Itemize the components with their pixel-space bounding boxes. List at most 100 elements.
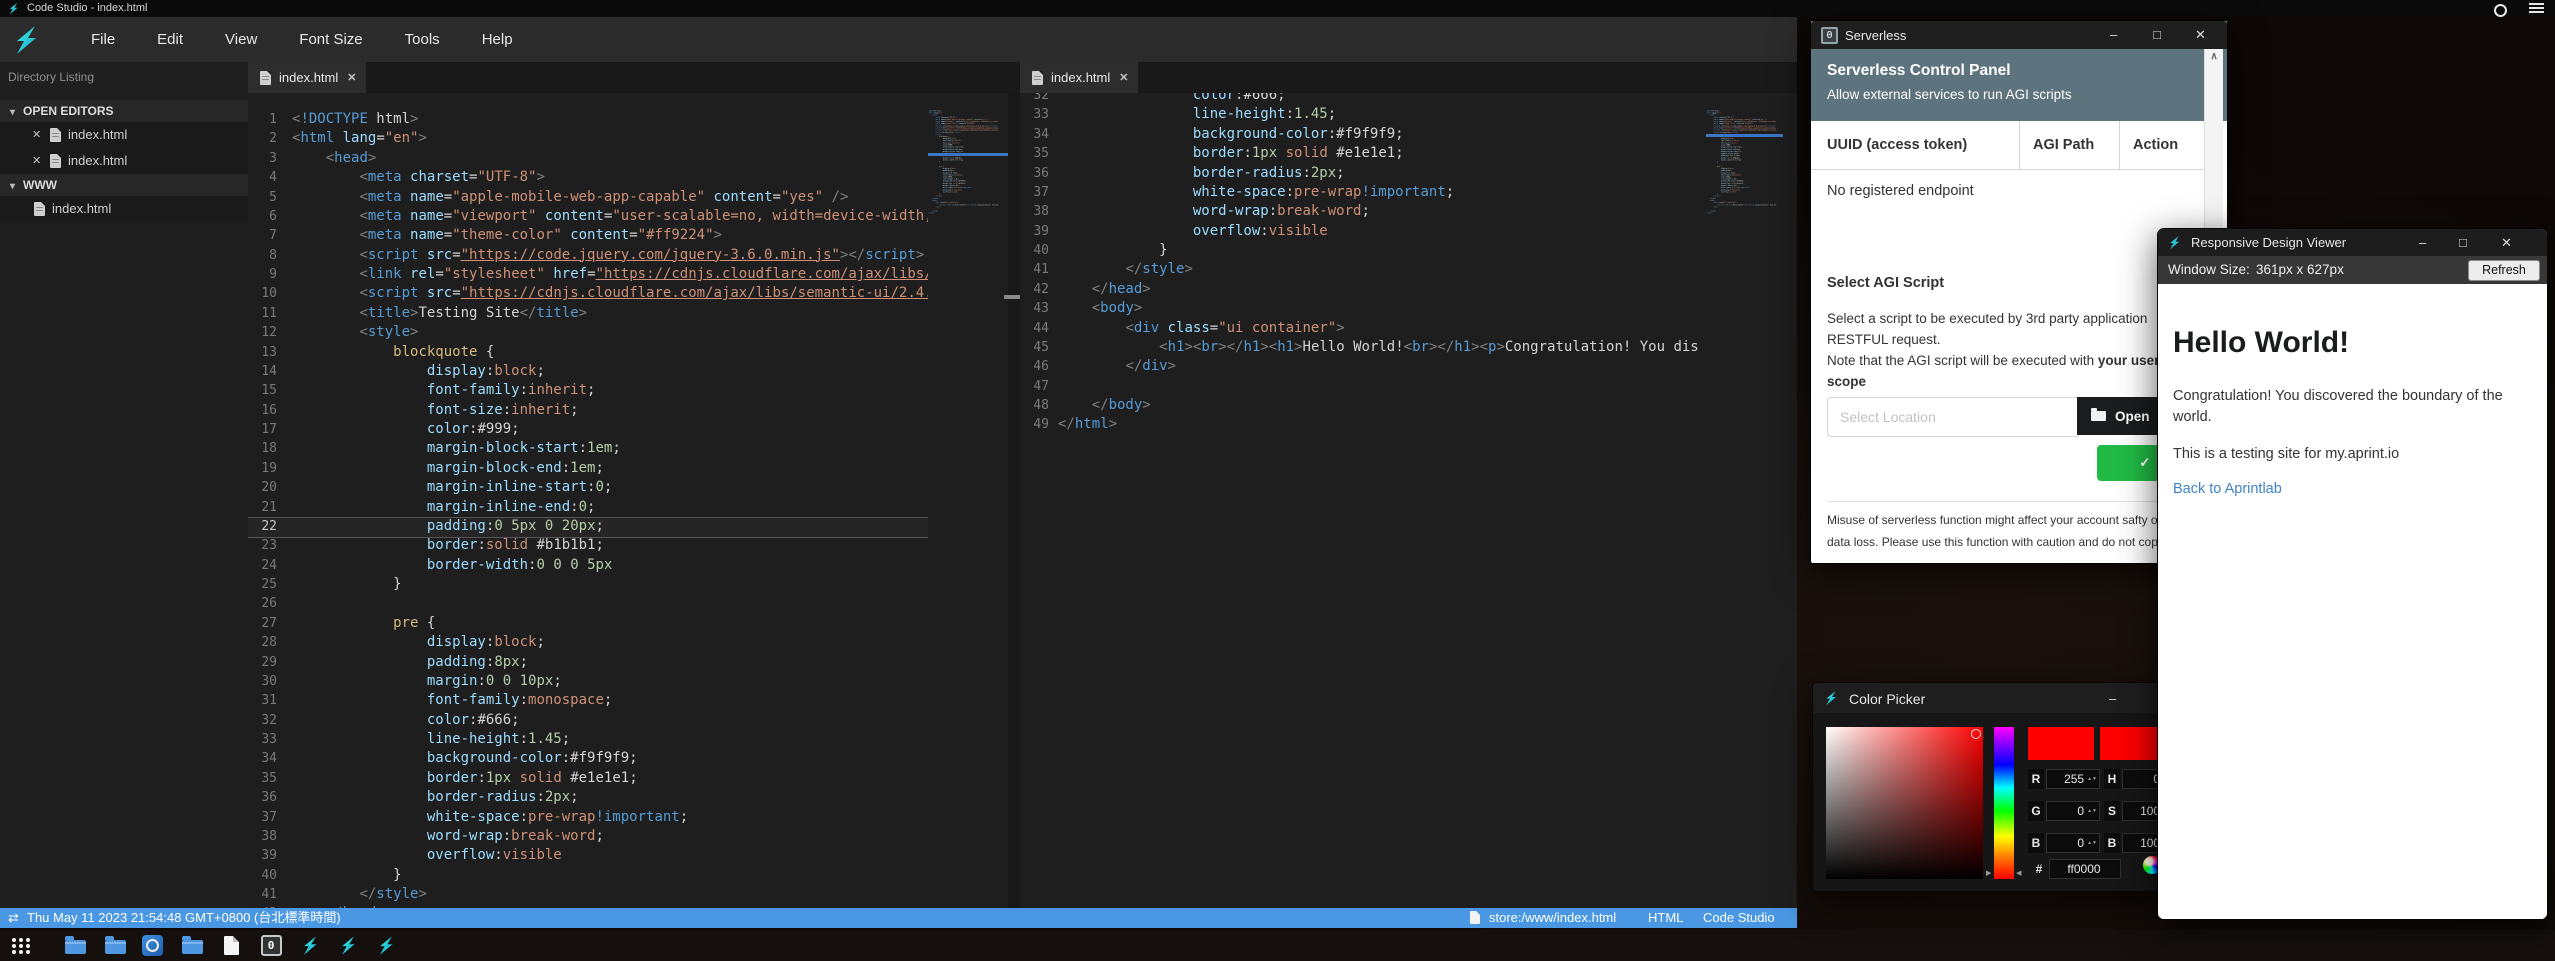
folder-icon <box>105 940 126 954</box>
page-heading: Hello World! <box>2173 326 2349 360</box>
close-button[interactable]: ✕ <box>2501 236 2512 249</box>
menu-help[interactable]: Help <box>461 17 534 62</box>
file-icon <box>50 154 61 168</box>
description-line: Note that the AGI script will be execute… <box>1827 353 2159 368</box>
hex-input[interactable]: ff0000 <box>2049 859 2121 879</box>
saturation-value-field[interactable] <box>1826 727 1983 879</box>
window-title: Responsive Design Viewer <box>2191 235 2346 250</box>
minimap-2[interactable]: <!DOCTYPE html><html lang="en"> <head> <… <box>1706 110 1783 330</box>
file-icon <box>260 71 271 85</box>
file-icon <box>1470 911 1480 924</box>
responsive-viewer-title-bar[interactable]: Responsive Design Viewer – □ ✕ <box>2158 229 2547 256</box>
open-editor-item[interactable]: ✕ index.html <box>0 148 248 174</box>
close-icon[interactable]: ✕ <box>32 148 44 174</box>
back-to-aprintlab-link[interactable]: Back to Aprintlab <box>2173 481 2282 497</box>
blue-stepper[interactable]: 0▲▼ <box>2046 833 2100 853</box>
maximize-button[interactable]: □ <box>2459 236 2467 249</box>
desktop: Code Studio - index.html File Edit View … <box>0 0 2555 961</box>
menu-tools[interactable]: Tools <box>384 17 461 62</box>
stepper-arrows-icon[interactable]: ▲▼ <box>2087 777 2097 782</box>
section-www[interactable]: ▾WWW <box>0 174 248 196</box>
menu-view[interactable]: View <box>204 17 278 62</box>
responsive-viewer-window: Responsive Design Viewer – □ ✕ Window Si… <box>2157 228 2548 920</box>
status-language[interactable]: HTML <box>1648 908 1683 928</box>
description-line: RESTFUL request. <box>1827 332 1941 347</box>
minimize-button[interactable]: – <box>2419 236 2426 249</box>
color-picker-window: Color Picker – □ ▶ ◀ R 255▲▼ H 0▲▼ G 0▲▼… <box>1812 682 2174 892</box>
code-studio-button[interactable] <box>337 935 359 956</box>
hex-label: # <box>2031 859 2047 879</box>
taskbar: 0 <box>0 930 2555 961</box>
close-icon[interactable]: ✕ <box>1119 71 1128 84</box>
code-studio-window: File Edit View Font Size Tools Help Dire… <box>0 17 1797 928</box>
document-button[interactable] <box>220 935 242 956</box>
code-studio-button[interactable] <box>299 935 321 956</box>
minimize-button[interactable]: – <box>2109 692 2116 705</box>
menu-font-size[interactable]: Font Size <box>278 17 383 62</box>
top-title-bar: Code Studio - index.html <box>0 0 2555 17</box>
media-app-icon <box>142 935 163 956</box>
green-stepper[interactable]: 0▲▼ <box>2046 801 2100 821</box>
divider <box>1827 501 2211 502</box>
hamburger-menu-icon[interactable] <box>2529 3 2544 14</box>
scroll-up-icon[interactable]: ∧ <box>2205 49 2223 64</box>
code-pane-1[interactable]: <!DOCTYPE html><html lang="en"> <head> <… <box>292 110 928 908</box>
stepper-arrows-icon[interactable]: ▲▼ <box>2087 809 2097 814</box>
folder-button[interactable] <box>181 935 203 956</box>
tab-index-html[interactable]: index.html ✕ <box>248 62 366 93</box>
folder-button[interactable] <box>104 935 126 956</box>
close-icon[interactable]: ✕ <box>347 71 356 84</box>
file-tree-item[interactable]: index.html <box>0 196 248 222</box>
serverless-app-button[interactable]: 0 <box>260 935 282 956</box>
code-studio-button[interactable] <box>375 935 397 956</box>
file-icon <box>34 202 45 216</box>
code-studio-logo-icon <box>10 24 42 56</box>
viewer-toolbar: Window Size: 361px x 627px Refresh <box>2158 256 2547 284</box>
code-pane-2[interactable]: color:#666; line-height:1.45; background… <box>1058 93 1706 896</box>
sidebar-heading: Directory Listing <box>8 70 94 84</box>
spinner-icon[interactable] <box>2494 4 2507 17</box>
line-number-gutter: 323334353637383940414243444546474849 <box>1020 93 1060 435</box>
color-picker-title-bar[interactable]: Color Picker – □ <box>1813 683 2173 713</box>
code-studio-logo-icon <box>7 2 20 15</box>
folder-icon <box>182 940 203 954</box>
page-paragraph: This is a testing site for my.aprint.io <box>2173 446 2399 462</box>
chevron-down-icon: ▾ <box>10 107 15 118</box>
hue-handle-left-icon[interactable]: ▶ <box>1986 869 1991 877</box>
menu-file[interactable]: File <box>70 17 136 62</box>
stepper-arrows-icon[interactable]: ▲▼ <box>2087 841 2097 846</box>
blue-label: B <box>2028 833 2044 853</box>
hue-handle-right-icon[interactable]: ◀ <box>2016 869 2021 877</box>
maximize-button[interactable]: □ <box>2153 28 2161 41</box>
page-paragraph: Congratulation! You discovered the bound… <box>2173 386 2521 428</box>
column-agi-path: AGI Path <box>2033 121 2094 169</box>
tab-index-html-2[interactable]: index.html ✕ <box>1020 62 1138 93</box>
minimize-button[interactable]: – <box>2110 28 2117 41</box>
red-stepper[interactable]: 255▲▼ <box>2046 769 2100 789</box>
serverless-title-bar[interactable]: 0 Serverless – □ ✕ <box>1811 21 2227 49</box>
window-title: Code Studio - index.html <box>27 2 147 14</box>
window-size-value: 361px x 627px <box>2256 262 2344 277</box>
editor-tab-bar: index.html ✕ index.html ✕ <box>248 62 1797 93</box>
section-open-editors[interactable]: ▾OPEN EDITORS <box>0 100 248 122</box>
media-app-button[interactable] <box>141 935 163 956</box>
menu-edit[interactable]: Edit <box>136 17 204 62</box>
close-icon[interactable]: ✕ <box>32 122 44 148</box>
check-icon: ✓ <box>2139 455 2150 471</box>
folder-button[interactable] <box>64 935 86 956</box>
script-location-input[interactable] <box>1827 397 2079 437</box>
color-marker[interactable] <box>1971 729 1981 739</box>
minimap-highlight <box>1706 134 1783 137</box>
current-color-swatch <box>2028 727 2094 760</box>
pane-divider[interactable] <box>1008 93 1020 908</box>
minimap-1[interactable]: <!DOCTYPE html><html lang="en"> <head> <… <box>928 110 1008 330</box>
splitter-handle[interactable] <box>1004 295 1020 299</box>
refresh-button[interactable]: Refresh <box>2468 260 2540 281</box>
open-editor-item[interactable]: ✕ index.html <box>0 122 248 148</box>
sidebar: Directory Listing ▾OPEN EDITORS ✕ index.… <box>0 62 248 908</box>
preview-page: Hello World! Congratulation! You discove… <box>2158 284 2547 919</box>
close-button[interactable]: ✕ <box>2195 28 2206 41</box>
hue-slider[interactable] <box>1994 727 2014 879</box>
app-grid-button[interactable] <box>10 935 32 956</box>
folder-icon <box>65 940 86 954</box>
